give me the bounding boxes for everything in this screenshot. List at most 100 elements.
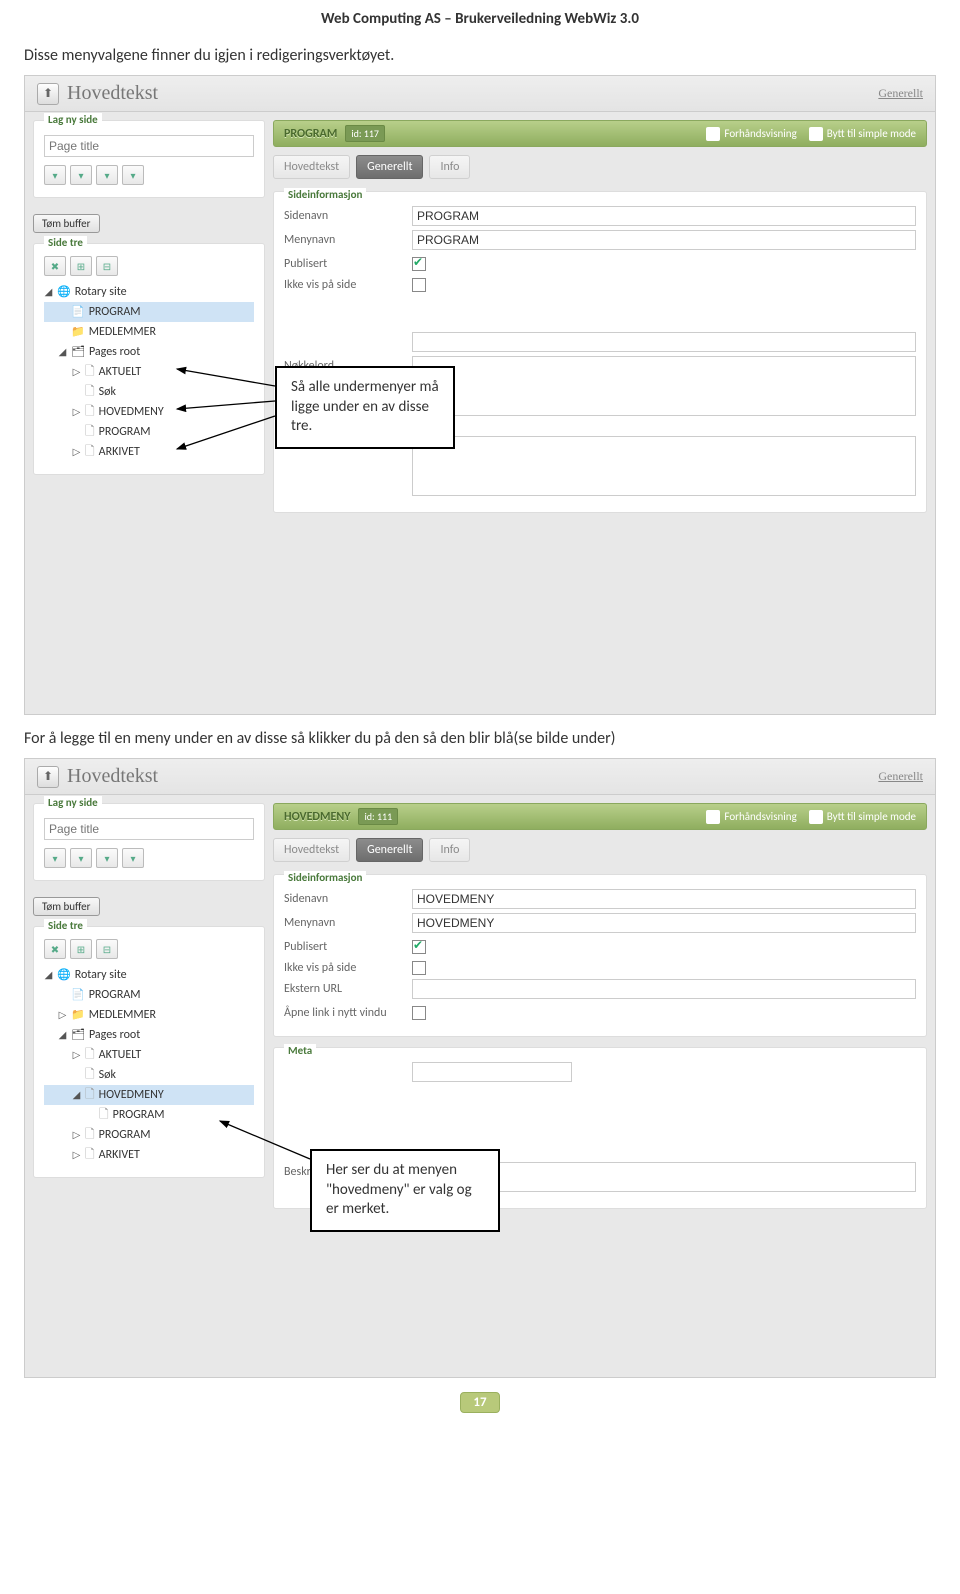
expand-icon[interactable]: ▷ xyxy=(72,1145,81,1165)
tool-icon-1[interactable]: ▾ xyxy=(44,848,66,868)
preview-label: Forhåndsvisning xyxy=(724,127,796,140)
node-icon xyxy=(71,985,85,1005)
tree-item[interactable]: MEDLEMMER xyxy=(44,322,254,342)
tree-item[interactable]: ▷AKTUELT xyxy=(44,1045,254,1065)
expand-icon[interactable]: ▷ xyxy=(72,442,81,462)
meta-input-1[interactable] xyxy=(412,1062,572,1082)
tree-item[interactable]: Søk xyxy=(44,382,254,402)
preview-label: Forhåndsvisning xyxy=(724,810,796,823)
page-id-chip: id: 111 xyxy=(358,808,398,825)
sidenavn-input[interactable] xyxy=(412,889,916,909)
tree-item[interactable]: Søk xyxy=(44,1065,254,1085)
tab-info[interactable]: Info xyxy=(429,838,470,862)
tool-icon-1[interactable]: ▾ xyxy=(44,165,66,185)
tool-icon-3[interactable]: ▾ xyxy=(96,848,118,868)
ikkevis-checkbox[interactable] xyxy=(412,961,426,975)
tree-item[interactable]: PROGRAM xyxy=(44,1105,254,1125)
tree-tool-3[interactable]: ⊟ xyxy=(96,939,118,959)
up-button[interactable]: ⬆ xyxy=(37,766,59,788)
node-label: ARKIVET xyxy=(99,1145,140,1165)
ekstern-input[interactable] xyxy=(412,979,916,999)
tab-info[interactable]: Info xyxy=(429,155,470,179)
tree-item[interactable]: ▷ARKIVET xyxy=(44,442,254,462)
icon-toolbar: ▾ ▾ ▾ ▾ xyxy=(44,848,254,868)
tree-item[interactable]: ▷AKTUELT xyxy=(44,362,254,382)
tree-tool-2[interactable]: ⊞ xyxy=(70,256,92,276)
tree-item[interactable]: PROGRAM xyxy=(44,422,254,442)
lag-ny-side-panel: Lag ny side ▾ ▾ ▾ ▾ xyxy=(33,120,265,198)
node-label: PROGRAM xyxy=(113,1105,165,1125)
menynavn-label: Menynavn xyxy=(284,913,412,930)
node-label: Pages root xyxy=(89,1025,140,1045)
node-label: PROGRAM xyxy=(89,302,141,322)
tool-icon-2[interactable]: ▾ xyxy=(70,165,92,185)
preview-button[interactable]: Forhåndsvisning xyxy=(706,810,796,824)
node-label: MEDLEMMER xyxy=(89,322,156,342)
apne-checkbox[interactable] xyxy=(412,1006,426,1020)
tree-item[interactable]: PROGRAM xyxy=(44,302,254,322)
ikkevis-checkbox[interactable] xyxy=(412,278,426,292)
tree-tool-1[interactable]: ✖ xyxy=(44,939,66,959)
menynavn-input[interactable] xyxy=(412,230,916,250)
up-button[interactable]: ⬆ xyxy=(37,83,59,105)
page-title-input[interactable] xyxy=(44,818,254,840)
preview-button[interactable]: Forhåndsvisning xyxy=(706,127,796,141)
node-icon xyxy=(85,1145,95,1165)
expand-icon[interactable]: ◢ xyxy=(44,965,53,985)
expand-icon[interactable]: ▷ xyxy=(72,402,81,422)
tree-tool-2[interactable]: ⊞ xyxy=(70,939,92,959)
empty-buffer-button[interactable]: Tøm buffer xyxy=(33,897,100,916)
tree-item[interactable]: ◢Rotary site xyxy=(44,965,254,985)
sidenavn-input[interactable] xyxy=(412,206,916,226)
tree-tool-3[interactable]: ⊟ xyxy=(96,256,118,276)
empty-buffer-button[interactable]: Tøm buffer xyxy=(33,214,100,233)
tab-hovedtekst[interactable]: Hovedtekst xyxy=(273,838,350,862)
page-tree: ◢Rotary sitePROGRAMMEDLEMMER◢Pages root▷… xyxy=(44,282,254,462)
tree-item[interactable]: ▷ ARKIVET xyxy=(44,1145,254,1165)
expand-icon[interactable]: ◢ xyxy=(58,342,67,362)
hidden-input-1[interactable] xyxy=(412,332,916,352)
tree-item[interactable]: ◢Pages root xyxy=(44,342,254,362)
tool-icon-2[interactable]: ▾ xyxy=(70,848,92,868)
tab-hovedtekst[interactable]: Hovedtekst xyxy=(273,155,350,179)
expand-icon[interactable]: ◢ xyxy=(58,1025,67,1045)
tree-tool-1[interactable]: ✖ xyxy=(44,256,66,276)
page-title-input[interactable] xyxy=(44,135,254,157)
expand-icon[interactable]: ▷ xyxy=(58,1005,67,1025)
node-icon xyxy=(71,322,85,342)
node-label: Søk xyxy=(99,382,116,402)
tool-icon-4[interactable]: ▾ xyxy=(122,165,144,185)
node-icon xyxy=(99,1105,109,1125)
sidenavn-label: Sidenavn xyxy=(284,206,412,223)
simple-mode-icon xyxy=(809,810,823,824)
node-icon xyxy=(85,442,95,462)
menynavn-input[interactable] xyxy=(412,913,916,933)
beskrivelse-textarea[interactable] xyxy=(412,436,916,496)
sideinfo-panel: Sideinformasjon Sidenavn Menynavn Publis… xyxy=(273,191,927,513)
tree-item[interactable]: ▷PROGRAM xyxy=(44,1125,254,1145)
simple-mode-button[interactable]: Bytt til simple mode xyxy=(809,127,916,141)
tree-item[interactable]: ◢HOVEDMENY xyxy=(44,1085,254,1105)
expand-icon[interactable]: ▷ xyxy=(72,1125,81,1145)
tree-item[interactable]: ◢ Pages root xyxy=(44,1025,254,1045)
tab-generellt[interactable]: Generellt xyxy=(356,838,423,862)
sidenavn-label: Sidenavn xyxy=(284,889,412,906)
expand-icon[interactable]: ▷ xyxy=(72,1045,81,1065)
publisert-checkbox[interactable] xyxy=(412,257,426,271)
tree-item[interactable]: PROGRAM xyxy=(44,985,254,1005)
tree-item[interactable]: ◢Rotary site xyxy=(44,282,254,302)
expand-icon[interactable]: ▷ xyxy=(72,362,81,382)
tab-generellt[interactable]: Generellt xyxy=(356,155,423,179)
tree-item[interactable]: ▷MEDLEMMER xyxy=(44,1005,254,1025)
publisert-checkbox[interactable] xyxy=(412,940,426,954)
generelt-link[interactable]: Generellt xyxy=(878,769,923,784)
tool-icon-3[interactable]: ▾ xyxy=(96,165,118,185)
generelt-link[interactable]: Generellt xyxy=(878,86,923,101)
simple-mode-button[interactable]: Bytt til simple mode xyxy=(809,810,916,824)
expand-icon[interactable]: ◢ xyxy=(44,282,53,302)
nokkelord-textarea[interactable] xyxy=(412,356,916,416)
expand-icon[interactable]: ◢ xyxy=(72,1085,81,1105)
tool-icon-4[interactable]: ▾ xyxy=(122,848,144,868)
tree-item[interactable]: ▷HOVEDMENY xyxy=(44,402,254,422)
menynavn-label: Menynavn xyxy=(284,230,412,247)
